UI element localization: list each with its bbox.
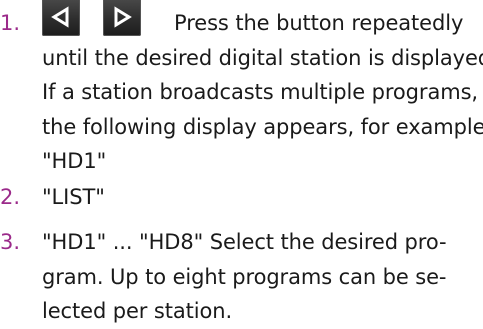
step-2-number: 2. [0, 185, 21, 209]
step-3-line: "HD1" ... "HD8" Select the desired pro- [42, 230, 447, 254]
step-3-line: gram. Up to eight programs can be se- [42, 264, 447, 289]
step-3-line: lected per station. [42, 299, 233, 323]
step-1-button-row: Press the button repeatedly [42, 0, 472, 41]
step-3-text: "HD1" ... "HD8" Select the desired pro- … [42, 225, 472, 329]
step-1-line: "HD1" [42, 149, 107, 173]
previous-station-icon [42, 0, 80, 36]
next-station-icon [103, 0, 141, 36]
step-1-line: the following display appears, for examp… [42, 114, 483, 139]
step-1-first-line: Press the button repeatedly [174, 11, 464, 35]
step-1-number: 1. [0, 11, 21, 35]
step-1-text: Press the button repeatedly until the de… [42, 0, 483, 179]
step-3-number: 3. [0, 230, 21, 254]
step-2-text: "LIST" [42, 180, 472, 215]
step-1-line: until the desired digital station is dis… [42, 45, 483, 70]
step-2-line: "LIST" [42, 185, 105, 209]
step-1-line: If a station broadcasts multiple program… [42, 80, 478, 104]
